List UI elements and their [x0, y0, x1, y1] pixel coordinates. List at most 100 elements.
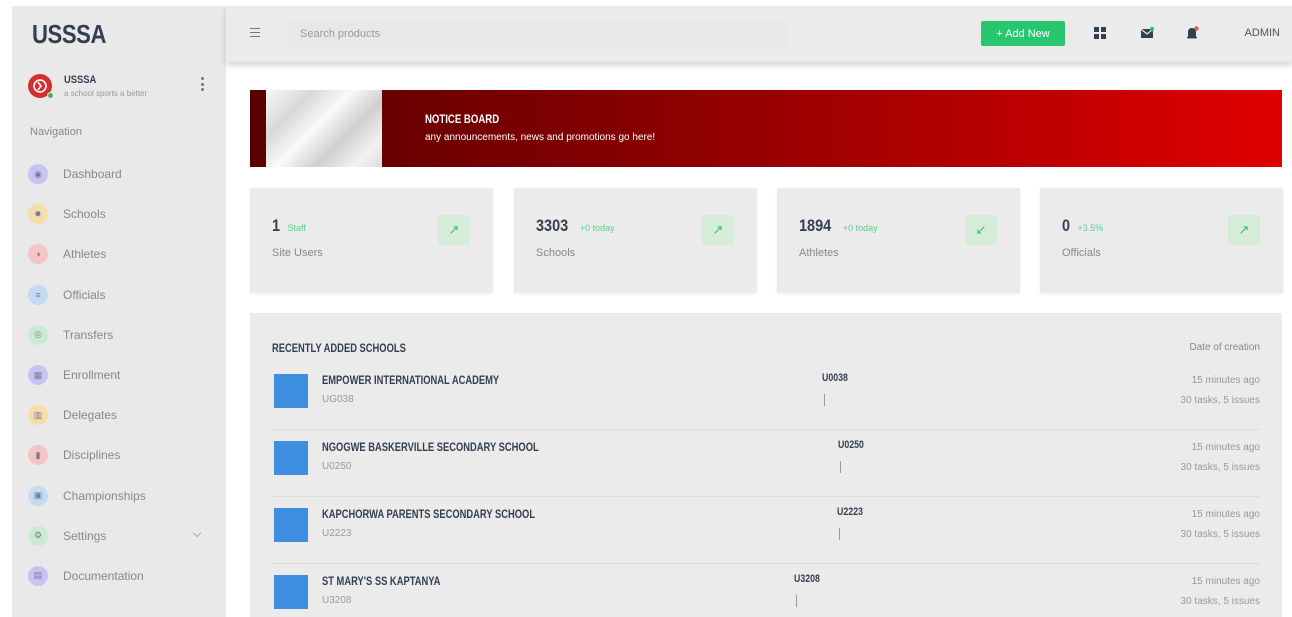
hamburger-menu-icon[interactable]: [250, 28, 260, 37]
stat-line: 3303 +0 today: [536, 216, 615, 236]
row-divider: [839, 528, 840, 540]
sidebar-item-label: Schools: [63, 207, 106, 222]
arrow-up-right-icon[interactable]: ↗: [1228, 215, 1260, 245]
sidebar-item-label: Delegates: [63, 408, 118, 423]
table-row[interactable]: ST MARY'S SS KAPTANYA U3208 U3208 15 minute…: [272, 564, 1260, 617]
profile-tagline: a school sports a better: [64, 89, 148, 98]
row-divider: [840, 461, 841, 473]
stat-line: 1 Staff: [272, 216, 306, 236]
stat-line: 1894 +0 today: [799, 216, 878, 236]
avatar[interactable]: [28, 74, 54, 99]
table-row[interactable]: KAPCHORWA PARENTS SECONDARY SCHOOL U2223 U…: [272, 497, 1260, 564]
stat-label: Schools: [536, 247, 576, 259]
sidebar-item-label: Settings: [63, 528, 107, 543]
transfers-icon: ◎: [28, 324, 48, 345]
tasks-summary: 30 tasks, 5 issues: [1180, 529, 1260, 540]
school-name[interactable]: KAPCHORWA PARENTS SECONDARY SCHOOL: [322, 507, 535, 521]
sidebar-item-documentation[interactable]: ▤ Documentation: [12, 556, 226, 596]
sidebar-item-label: Dashboard: [63, 167, 122, 182]
arrow-down-left-icon[interactable]: ↙: [965, 215, 997, 245]
stat-line: 0 +3.5%: [1062, 216, 1103, 236]
stat-note: +3.5%: [1077, 223, 1104, 233]
sidebar-item-athletes[interactable]: ◑ Athletes: [12, 234, 226, 274]
notice-board-subtitle: any announcements, news and promotions g…: [425, 132, 656, 143]
arrow-up-right-icon[interactable]: ↗: [438, 215, 470, 245]
table-row[interactable]: NGOGWE BASKERVILLE SECONDARY SCHOOL U0250…: [272, 430, 1260, 497]
disciplines-icon: ▮: [28, 445, 48, 466]
dashboard-icon: ◉: [28, 164, 48, 185]
sidebar-item-championships[interactable]: ▣ Championships: [12, 476, 226, 516]
kebab-menu-icon[interactable]: [198, 77, 206, 91]
created-time: 15 minutes ago: [1191, 442, 1260, 453]
stat-label: Athletes: [799, 247, 839, 259]
notice-board-artwork: [266, 90, 382, 167]
settings-icon: ⚙: [28, 525, 48, 546]
school-center-code: U0250: [838, 439, 864, 451]
officials-icon: ≡: [28, 284, 48, 305]
tasks-summary: 30 tasks, 5 issues: [1180, 596, 1260, 607]
stat-label: Officials: [1062, 247, 1101, 259]
sidebar-item-settings[interactable]: ⚙ Settings: [12, 516, 226, 556]
profile-card: USSSA a school sports a better: [12, 62, 226, 124]
school-code: UG038: [322, 394, 354, 405]
sidebar-item-schools[interactable]: ✸ Schools: [12, 194, 226, 234]
profile-text: USSSA a school sports a better: [64, 74, 147, 98]
school-code: U2223: [322, 528, 352, 539]
profile-name: USSSA: [64, 74, 97, 86]
runner-logo-icon: [33, 79, 47, 93]
sidebar-item-disciplines[interactable]: ▮ Disciplines: [12, 435, 226, 475]
stat-value: 1: [272, 216, 281, 235]
sidebar-item-delegates[interactable]: ▥ Delegates: [12, 395, 226, 435]
sidebar-item-dashboard[interactable]: ◉ Dashboard: [12, 154, 226, 194]
school-code: U0250: [322, 461, 352, 472]
championships-icon: ▣: [28, 485, 48, 506]
sidebar-item-transfers[interactable]: ◎ Transfers: [12, 315, 226, 355]
nav-list: ◉ Dashboard ✸ Schools ◑ Athletes ≡ Officials ◎ Tr…: [12, 154, 226, 596]
recent-schools-title: RECENTLY ADDED SCHOOLS: [272, 341, 406, 355]
user-menu[interactable]: ADMIN: [1245, 27, 1280, 39]
stat-card-site-users: 1 Staff Site Users ↗: [250, 188, 493, 293]
stat-card-officials: 0 +3.5% Officials ↗: [1040, 188, 1283, 293]
add-new-button[interactable]: + Add New: [981, 21, 1065, 46]
school-thumbnail: [274, 508, 308, 542]
date-of-creation-header: Date of creation: [1189, 342, 1260, 353]
nav-heading: Navigation: [30, 126, 82, 138]
created-time: 15 minutes ago: [1191, 576, 1260, 587]
table-row[interactable]: EMPOWER INTERNATIONAL ACADEMY UG038 U0038 1…: [272, 363, 1260, 430]
mail-icon[interactable]: [1140, 26, 1155, 40]
created-time: 15 minutes ago: [1191, 509, 1260, 520]
tasks-summary: 30 tasks, 5 issues: [1180, 462, 1260, 473]
sidebar-item-label: Disciplines: [63, 448, 121, 463]
tasks-summary: 30 tasks, 5 issues: [1180, 395, 1260, 406]
bell-icon[interactable]: [1185, 26, 1199, 40]
row-divider: [796, 595, 797, 607]
brand-logo-text[interactable]: USSSA: [32, 19, 106, 50]
school-name[interactable]: EMPOWER INTERNATIONAL ACADEMY: [322, 373, 499, 387]
athletes-icon: ◑: [28, 244, 48, 265]
stat-value: 1894: [799, 216, 832, 235]
stat-note: +0 today: [579, 223, 615, 233]
school-center-code: U0038: [822, 372, 848, 384]
school-name[interactable]: ST MARY'S SS KAPTANYA: [322, 574, 440, 588]
sidebar: USSSA USSSA a school sports a better Nav…: [12, 6, 226, 617]
chevron-down-icon[interactable]: [192, 528, 202, 537]
created-time: 15 minutes ago: [1191, 375, 1260, 386]
row-divider: [824, 394, 825, 406]
sidebar-item-label: Championships: [63, 488, 146, 503]
apps-grid-icon[interactable]: [1094, 27, 1106, 39]
school-thumbnail: [274, 575, 308, 609]
sidebar-item-officials[interactable]: ≡ Officials: [12, 275, 226, 315]
stat-value: 3303: [536, 216, 569, 235]
recent-schools-panel: RECENTLY ADDED SCHOOLS Date of creation …: [250, 313, 1282, 617]
arrow-up-right-icon[interactable]: ↗: [702, 215, 734, 245]
sidebar-item-label: Athletes: [63, 247, 107, 262]
sidebar-item-label: Documentation: [63, 568, 144, 583]
schools-icon: ✸: [28, 204, 48, 225]
stat-label: Site Users: [272, 247, 323, 259]
online-status-dot: [47, 92, 54, 99]
school-thumbnail: [274, 441, 308, 475]
search-input[interactable]: [288, 21, 788, 47]
notice-board-title: NOTICE BOARD: [425, 112, 500, 126]
school-name[interactable]: NGOGWE BASKERVILLE SECONDARY SCHOOL: [322, 440, 539, 454]
sidebar-item-enrollment[interactable]: ▦ Enrollment: [12, 355, 226, 395]
